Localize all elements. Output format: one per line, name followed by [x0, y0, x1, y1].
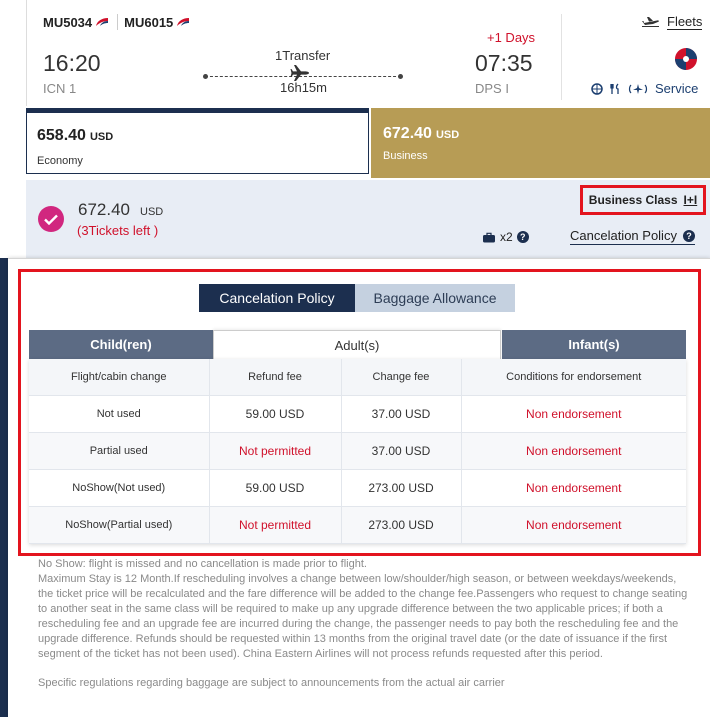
arrival-airport: DPS I [475, 81, 509, 96]
change-fee: 273.00 USD [341, 506, 462, 544]
broadcast-plane-icon [628, 83, 648, 94]
cancelation-policy-table: Flight/cabin change Refund fee Change fe… [29, 359, 686, 544]
flight-number-2: MU6015 [124, 14, 174, 30]
column-header: Flight/cabin change [29, 359, 210, 396]
economy-price: 658.40 [37, 127, 86, 144]
fare-tab-business[interactable]: 672.40 USD Business [371, 108, 710, 178]
business-class-label: Business [383, 150, 428, 162]
table-header-row: Flight/cabin change Refund fee Change fe… [29, 359, 686, 396]
change-fee: 37.00 USD [341, 395, 462, 433]
change-fee: 273.00 USD [341, 469, 462, 507]
selected-fare-row: 672.40 USD (3Tickets left ) Business Clas… [26, 180, 710, 260]
refund-fee: Not permitted [209, 506, 342, 544]
row-label: Not used [29, 395, 210, 433]
endorsement: Non endorsement [461, 432, 686, 470]
change-fee: 37.00 USD [341, 432, 462, 470]
fare-tab-economy[interactable]: 658.40 USD Economy [26, 108, 369, 174]
selected-currency: USD [140, 206, 164, 218]
policy-tabs: Cancelation Policy Baggage Allowance [199, 284, 515, 312]
baggage-info: x2 ? [482, 230, 529, 244]
fleets-link[interactable]: Fleets [641, 14, 703, 30]
tab-children[interactable]: Child(ren) [29, 330, 213, 359]
table-row: NoShow(Not used) 59.00 USD 273.00 USD No… [29, 469, 686, 507]
passenger-type-tabs: Child(ren) Adult(s) Infant(s) [29, 330, 686, 359]
tab-adults[interactable]: Adult(s) [213, 330, 501, 359]
meal-icon [610, 83, 619, 94]
endorsement: Non endorsement [461, 395, 686, 433]
economy-currency: USD [89, 131, 114, 143]
day-offset: +1 Days [487, 30, 536, 45]
business-class-link[interactable]: Business Class I+I [580, 185, 706, 215]
economy-class-label: Economy [37, 155, 83, 167]
row-label: NoShow(Partial used) [29, 506, 210, 544]
cancelation-policy-link[interactable]: Cancelation Policy ? [570, 228, 695, 245]
cabin-seat-icon: I+I [683, 193, 698, 207]
departure-airport: ICN 1 [43, 81, 77, 96]
tickets-left: (3Tickets left ) [77, 223, 159, 238]
noshow-note: No Show: flight is missed and no cancell… [38, 558, 367, 570]
flight-duration: 16h15m [280, 80, 327, 95]
max-stay-note: Maximum Stay is 12 Month.If rescheduling… [38, 573, 688, 660]
transfer-count: 1Transfer [275, 48, 331, 63]
china-eastern-logo-icon [96, 18, 109, 26]
plane-takeoff-icon [642, 17, 659, 27]
baggage-help-icon[interactable]: ? [516, 231, 529, 243]
endorsement: Non endorsement [461, 506, 686, 544]
flight-detail-page: MU5034 MU6015 16:20 ICN 1 1Transfer 16h1… [0, 0, 710, 717]
tab-baggage-allowance[interactable]: Baggage Allowance [355, 284, 515, 312]
cancel-policy-help-icon: ? [682, 229, 695, 242]
arrival-time: 07:35 [475, 50, 533, 76]
row-label: NoShow(Not used) [29, 469, 210, 507]
table-row: Partial used Not permitted 37.00 USD Non… [29, 432, 686, 470]
flight-numbers: MU5034 MU6015 [43, 14, 190, 30]
service-link[interactable]: Service [591, 81, 698, 96]
skyteam-icon [675, 48, 697, 70]
china-eastern-logo-icon [177, 18, 190, 26]
business-price: 672.40 [383, 125, 432, 142]
table-row: Not used 59.00 USD 37.00 USD Non endorse… [29, 395, 686, 433]
selected-price: 672.40 [78, 200, 130, 219]
selected-check-icon[interactable] [38, 206, 64, 232]
column-header: Change fee [341, 359, 462, 396]
refund-fee: Not permitted [209, 432, 342, 470]
wifi-globe-icon [591, 82, 603, 95]
refund-fee: 59.00 USD [209, 395, 342, 433]
policy-notes: No Show: flight is missed and no cancell… [38, 557, 690, 691]
refund-fee: 59.00 USD [209, 469, 342, 507]
business-currency: USD [435, 129, 460, 141]
baggage-note: Specific regulations regarding baggage a… [38, 677, 505, 689]
tab-cancelation-policy[interactable]: Cancelation Policy [199, 284, 355, 312]
column-header: Refund fee [209, 359, 342, 396]
endorsement: Non endorsement [461, 469, 686, 507]
flight-summary: MU5034 MU6015 16:20 ICN 1 1Transfer 16h1… [26, 0, 710, 106]
row-label: Partial used [29, 432, 210, 470]
column-header: Conditions for endorsement [461, 359, 686, 396]
baggage-count: x2 [500, 230, 513, 244]
table-row: NoShow(Partial used) Not permitted 273.0… [29, 506, 686, 544]
tab-infants[interactable]: Infant(s) [502, 330, 686, 359]
departure-time: 16:20 [43, 50, 101, 76]
flight-number-1: MU5034 [43, 14, 93, 30]
suitcase-icon [483, 232, 495, 242]
